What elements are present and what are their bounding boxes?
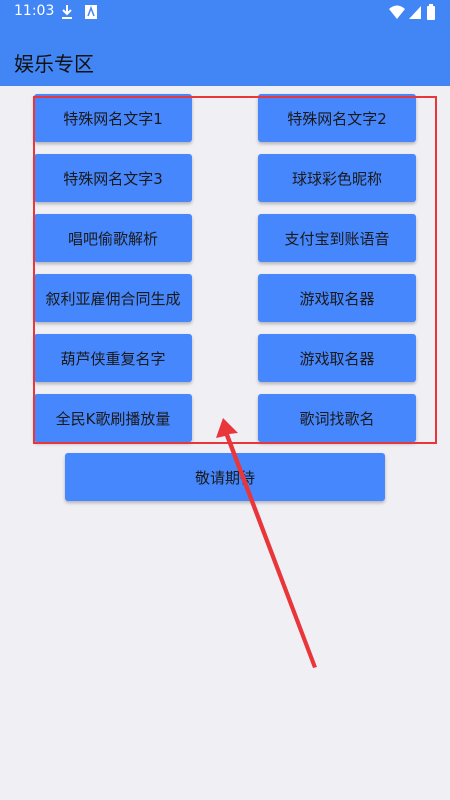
text-icon: [84, 4, 98, 24]
signal-icon: [408, 4, 422, 24]
button-coming-soon[interactable]: 敬请期待: [65, 453, 385, 501]
battery-icon: [426, 4, 436, 24]
status-time: 11:03: [14, 3, 55, 19]
download-icon: [60, 4, 74, 24]
status-bar: 11:03: [0, 0, 450, 24]
wifi-icon: [388, 4, 406, 24]
app-bar: 娱乐专区: [0, 24, 450, 86]
page-title: 娱乐专区: [14, 52, 94, 76]
highlight-box: [33, 96, 437, 444]
